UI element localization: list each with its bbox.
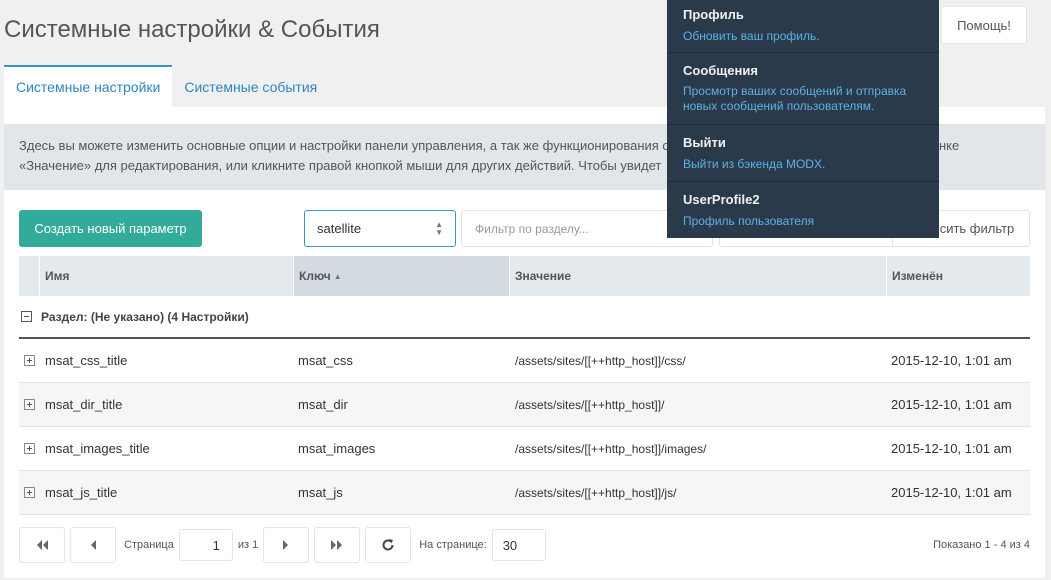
menu-item-title: Профиль (683, 7, 744, 22)
cell-edited: 2015-12-10, 1:01 am (891, 485, 1012, 500)
cell-value[interactable]: /assets/sites/[[++http_host]]/ (515, 398, 891, 412)
reset-filter-label: сить фильтр (939, 221, 1015, 236)
menu-item-link[interactable]: Профиль пользователя (683, 214, 923, 229)
column-key-label: Ключ (299, 269, 331, 283)
column-header-value[interactable]: Значение (510, 256, 887, 296)
namespace-value: satellite (317, 221, 362, 236)
per-page-input[interactable]: 30 (491, 529, 546, 561)
column-header-edited[interactable]: Изменён (887, 256, 1030, 296)
up-down-arrows-icon: ▲ ▼ (435, 219, 443, 237)
menu-item-title: Выйти (683, 135, 726, 150)
chevron-right-icon (282, 539, 290, 551)
double-chevron-right-icon (330, 539, 344, 551)
menu-item-link[interactable]: Выйти из бэкенда MODX. (683, 157, 923, 172)
table-row[interactable]: msat_js_title msat_js /assets/sites/[[++… (19, 471, 1030, 515)
prev-page-button[interactable] (70, 527, 116, 563)
plus-box-icon[interactable] (24, 355, 35, 366)
info-line-1-tail: нке (939, 138, 960, 153)
refresh-icon (381, 538, 395, 552)
table-row[interactable]: msat_images_title msat_images /assets/si… (19, 427, 1030, 471)
cell-edited: 2015-12-10, 1:01 am (891, 441, 1012, 456)
next-page-button[interactable] (263, 527, 310, 563)
cell-key: msat_js (298, 485, 343, 500)
menu-item-profile[interactable]: Профиль Обновить ваш профиль. (667, 0, 939, 53)
refresh-button[interactable] (365, 527, 412, 563)
column-header-key[interactable]: Ключ ▲ (294, 256, 510, 296)
page-number-input[interactable]: 1 (178, 529, 233, 561)
cell-name: msat_dir_title (45, 397, 123, 412)
tab-system-events[interactable]: Системные события (172, 65, 329, 107)
last-page-button[interactable] (314, 527, 361, 563)
cell-name: msat_images_title (45, 441, 150, 456)
page-count-label: из 1 (237, 539, 259, 551)
menu-item-title: UserProfile2 (683, 192, 760, 207)
plus-box-icon[interactable] (24, 443, 35, 454)
grid-header: Имя Ключ ▲ Значение Изменён (19, 256, 1030, 296)
settings-grid: Имя Ключ ▲ Значение Изменён Раздел: (Не у… (19, 256, 1030, 515)
column-edited-label: Изменён (892, 269, 944, 283)
cell-edited: 2015-12-10, 1:01 am (891, 353, 1012, 368)
grid-header-expander (19, 256, 40, 296)
menu-item-link[interactable]: Просмотр ваших сообщений и отправка новы… (683, 84, 923, 114)
menu-item-logout[interactable]: Выйти Выйти из бэкенда MODX. (667, 125, 939, 182)
info-line-1: Здесь вы можете изменить основные опции … (19, 138, 669, 153)
pagination-summary: Показано 1 - 4 из 4 (933, 539, 1030, 551)
cell-name: msat_js_title (45, 485, 118, 500)
namespace-select[interactable]: satellite ▲ ▼ (304, 210, 456, 247)
group-label: Раздел: (Не указано) (4 Настройки) (41, 309, 249, 324)
menu-item-messages[interactable]: Сообщения Просмотр ваших сообщений и отп… (667, 53, 939, 125)
column-name-label: Имя (45, 269, 70, 283)
menu-item-userprofile2[interactable]: UserProfile2 Профиль пользователя (667, 182, 939, 238)
plus-box-icon[interactable] (24, 487, 35, 498)
cell-value[interactable]: /assets/sites/[[++http_host]]/images/ (515, 442, 891, 456)
cell-name: msat_css_title (45, 353, 128, 368)
page-label: Страница (124, 539, 174, 551)
first-page-button[interactable] (19, 527, 65, 563)
cell-key: msat_dir (298, 397, 348, 412)
page-title: Системные настройки & События (4, 16, 380, 43)
help-button[interactable]: Помощь! (941, 6, 1027, 44)
pagination-toolbar: Страница 1 из 1 На странице: 30 Показано… (19, 527, 1030, 563)
cell-value[interactable]: /assets/sites/[[++http_host]]/js/ (515, 486, 891, 500)
cell-value[interactable]: /assets/sites/[[++http_host]]/css/ (515, 354, 891, 368)
sort-ascending-icon: ▲ (333, 271, 342, 281)
group-header[interactable]: Раздел: (Не указано) (4 Настройки) (19, 296, 1030, 339)
plus-box-icon[interactable] (24, 399, 35, 410)
menu-item-title: Сообщения (683, 63, 758, 78)
tab-bar: Системные настройки Системные события (4, 65, 329, 107)
table-row[interactable]: msat_dir_title msat_dir /assets/sites/[[… (19, 383, 1030, 427)
create-setting-button[interactable]: Создать новый параметр (19, 210, 202, 247)
cell-key: msat_images (298, 441, 376, 456)
per-page-label: На странице: (419, 539, 487, 551)
menu-item-link[interactable]: Обновить ваш профиль. (683, 29, 923, 44)
tab-system-settings[interactable]: Системные настройки (4, 65, 173, 107)
cell-edited: 2015-12-10, 1:01 am (891, 397, 1012, 412)
column-header-name[interactable]: Имя (40, 256, 294, 296)
chevron-left-icon (89, 539, 97, 551)
double-chevron-left-icon (35, 539, 49, 551)
user-dropdown-menu: Профиль Обновить ваш профиль. Сообщения … (667, 0, 939, 238)
cell-key: msat_css (298, 353, 353, 368)
table-row[interactable]: msat_css_title msat_css /assets/sites/[[… (19, 339, 1030, 383)
minus-box-icon[interactable] (21, 311, 32, 322)
column-value-label: Значение (515, 269, 572, 283)
